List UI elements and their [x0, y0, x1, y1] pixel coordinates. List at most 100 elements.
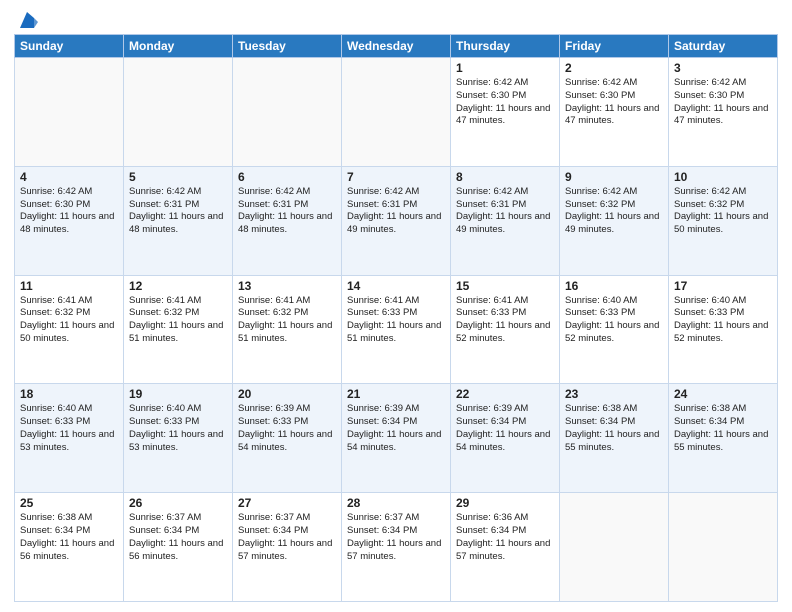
calendar-week-row: 18 Sunrise: 6:40 AM Sunset: 6:33 PM Dayli…: [15, 384, 778, 493]
calendar-cell: [124, 58, 233, 167]
weekday-header: Friday: [560, 35, 669, 58]
calendar-cell: 19 Sunrise: 6:40 AM Sunset: 6:33 PM Dayli…: [124, 384, 233, 493]
day-number: 7: [347, 170, 445, 184]
weekday-header: Wednesday: [342, 35, 451, 58]
calendar-cell: 26 Sunrise: 6:37 AM Sunset: 6:34 PM Dayli…: [124, 493, 233, 602]
calendar-cell: 22 Sunrise: 6:39 AM Sunset: 6:34 PM Dayli…: [451, 384, 560, 493]
day-info: Sunrise: 6:42 AM Sunset: 6:32 PM Dayligh…: [674, 186, 772, 237]
calendar-week-row: 4Sunrise: 6:42 AM Sunset: 6:30 PM Daylig…: [15, 166, 778, 275]
calendar-cell: 18 Sunrise: 6:40 AM Sunset: 6:33 PM Dayli…: [15, 384, 124, 493]
calendar-cell: 5 Sunrise: 6:42 AM Sunset: 6:31 PM Daylig…: [124, 166, 233, 275]
day-number: 9: [565, 170, 663, 184]
header: [14, 10, 778, 28]
day-info: Sunrise: 6:42 AM Sunset: 6:30 PM Dayligh…: [456, 77, 554, 128]
weekday-header: Thursday: [451, 35, 560, 58]
calendar-cell: 27 Sunrise: 6:37 AM Sunset: 6:34 PM Dayli…: [233, 493, 342, 602]
logo-icon: [16, 10, 38, 32]
day-info: Sunrise: 6:42 AM Sunset: 6:30 PM Dayligh…: [565, 77, 663, 128]
calendar-cell: 12Sunrise: 6:41 AM Sunset: 6:32 PM Dayli…: [124, 275, 233, 384]
calendar-cell: 16 Sunrise: 6:40 AM Sunset: 6:33 PM Dayli…: [560, 275, 669, 384]
day-number: 16: [565, 279, 663, 293]
day-number: 22: [456, 387, 554, 401]
calendar-cell: 15 Sunrise: 6:41 AM Sunset: 6:33 PM Dayli…: [451, 275, 560, 384]
calendar-cell: 25Sunrise: 6:38 AM Sunset: 6:34 PM Dayli…: [15, 493, 124, 602]
day-number: 1: [456, 61, 554, 75]
weekday-header: Sunday: [15, 35, 124, 58]
calendar-cell: 4Sunrise: 6:42 AM Sunset: 6:30 PM Daylig…: [15, 166, 124, 275]
calendar-cell: 6Sunrise: 6:42 AM Sunset: 6:31 PM Daylig…: [233, 166, 342, 275]
day-info: Sunrise: 6:42 AM Sunset: 6:30 PM Dayligh…: [20, 186, 118, 237]
day-info: Sunrise: 6:42 AM Sunset: 6:31 PM Dayligh…: [129, 186, 227, 237]
calendar-cell: 29 Sunrise: 6:36 AM Sunset: 6:34 PM Dayli…: [451, 493, 560, 602]
day-number: 25: [20, 496, 118, 510]
day-number: 27: [238, 496, 336, 510]
day-info: Sunrise: 6:38 AM Sunset: 6:34 PM Dayligh…: [565, 403, 663, 454]
calendar-cell: 21 Sunrise: 6:39 AM Sunset: 6:34 PM Dayli…: [342, 384, 451, 493]
day-number: 19: [129, 387, 227, 401]
day-info: Sunrise: 6:41 AM Sunset: 6:33 PM Dayligh…: [456, 295, 554, 346]
day-number: 10: [674, 170, 772, 184]
calendar-cell: 1 Sunrise: 6:42 AM Sunset: 6:30 PM Daylig…: [451, 58, 560, 167]
calendar-week-row: 11 Sunrise: 6:41 AM Sunset: 6:32 PM Dayli…: [15, 275, 778, 384]
day-number: 23: [565, 387, 663, 401]
logo: [14, 10, 38, 28]
calendar-cell: 23 Sunrise: 6:38 AM Sunset: 6:34 PM Dayli…: [560, 384, 669, 493]
day-info: Sunrise: 6:42 AM Sunset: 6:31 PM Dayligh…: [347, 186, 445, 237]
calendar-cell: 10 Sunrise: 6:42 AM Sunset: 6:32 PM Dayli…: [669, 166, 778, 275]
day-info: Sunrise: 6:39 AM Sunset: 6:34 PM Dayligh…: [347, 403, 445, 454]
day-number: 26: [129, 496, 227, 510]
calendar-cell: 2 Sunrise: 6:42 AM Sunset: 6:30 PM Daylig…: [560, 58, 669, 167]
day-number: 15: [456, 279, 554, 293]
day-info: Sunrise: 6:42 AM Sunset: 6:31 PM Dayligh…: [456, 186, 554, 237]
day-number: 24: [674, 387, 772, 401]
day-info: Sunrise: 6:39 AM Sunset: 6:33 PM Dayligh…: [238, 403, 336, 454]
day-info: Sunrise: 6:42 AM Sunset: 6:32 PM Dayligh…: [565, 186, 663, 237]
calendar-cell: 8 Sunrise: 6:42 AM Sunset: 6:31 PM Daylig…: [451, 166, 560, 275]
day-number: 3: [674, 61, 772, 75]
calendar-cell: 11 Sunrise: 6:41 AM Sunset: 6:32 PM Dayli…: [15, 275, 124, 384]
day-info: Sunrise: 6:38 AM Sunset: 6:34 PM Dayligh…: [674, 403, 772, 454]
day-number: 12: [129, 279, 227, 293]
day-info: Sunrise: 6:37 AM Sunset: 6:34 PM Dayligh…: [129, 512, 227, 563]
day-info: Sunrise: 6:40 AM Sunset: 6:33 PM Dayligh…: [674, 295, 772, 346]
day-info: Sunrise: 6:40 AM Sunset: 6:33 PM Dayligh…: [565, 295, 663, 346]
day-info: Sunrise: 6:40 AM Sunset: 6:33 PM Dayligh…: [20, 403, 118, 454]
calendar-cell: [560, 493, 669, 602]
day-info: Sunrise: 6:39 AM Sunset: 6:34 PM Dayligh…: [456, 403, 554, 454]
calendar-cell: 13 Sunrise: 6:41 AM Sunset: 6:32 PM Dayli…: [233, 275, 342, 384]
weekday-header: Saturday: [669, 35, 778, 58]
calendar-table: SundayMondayTuesdayWednesdayThursdayFrid…: [14, 34, 778, 602]
weekday-header: Monday: [124, 35, 233, 58]
day-number: 18: [20, 387, 118, 401]
calendar-cell: 20 Sunrise: 6:39 AM Sunset: 6:33 PM Dayli…: [233, 384, 342, 493]
day-number: 11: [20, 279, 118, 293]
day-number: 28: [347, 496, 445, 510]
day-number: 17: [674, 279, 772, 293]
day-number: 13: [238, 279, 336, 293]
day-info: Sunrise: 6:37 AM Sunset: 6:34 PM Dayligh…: [238, 512, 336, 563]
day-info: Sunrise: 6:40 AM Sunset: 6:33 PM Dayligh…: [129, 403, 227, 454]
day-info: Sunrise: 6:42 AM Sunset: 6:30 PM Dayligh…: [674, 77, 772, 128]
calendar-cell: 9 Sunrise: 6:42 AM Sunset: 6:32 PM Daylig…: [560, 166, 669, 275]
day-info: Sunrise: 6:41 AM Sunset: 6:33 PM Dayligh…: [347, 295, 445, 346]
calendar-cell: [342, 58, 451, 167]
day-info: Sunrise: 6:36 AM Sunset: 6:34 PM Dayligh…: [456, 512, 554, 563]
calendar-cell: 24 Sunrise: 6:38 AM Sunset: 6:34 PM Dayli…: [669, 384, 778, 493]
calendar-cell: 3 Sunrise: 6:42 AM Sunset: 6:30 PM Daylig…: [669, 58, 778, 167]
day-number: 14: [347, 279, 445, 293]
calendar-week-row: 25Sunrise: 6:38 AM Sunset: 6:34 PM Dayli…: [15, 493, 778, 602]
day-info: Sunrise: 6:41 AM Sunset: 6:32 PM Dayligh…: [238, 295, 336, 346]
calendar-cell: 7 Sunrise: 6:42 AM Sunset: 6:31 PM Daylig…: [342, 166, 451, 275]
day-number: 2: [565, 61, 663, 75]
calendar-cell: [233, 58, 342, 167]
day-number: 21: [347, 387, 445, 401]
calendar-cell: [15, 58, 124, 167]
day-info: Sunrise: 6:41 AM Sunset: 6:32 PM Dayligh…: [20, 295, 118, 346]
weekday-header-row: SundayMondayTuesdayWednesdayThursdayFrid…: [15, 35, 778, 58]
day-number: 8: [456, 170, 554, 184]
calendar-cell: 17 Sunrise: 6:40 AM Sunset: 6:33 PM Dayli…: [669, 275, 778, 384]
day-number: 5: [129, 170, 227, 184]
day-number: 20: [238, 387, 336, 401]
day-number: 29: [456, 496, 554, 510]
calendar-cell: [669, 493, 778, 602]
